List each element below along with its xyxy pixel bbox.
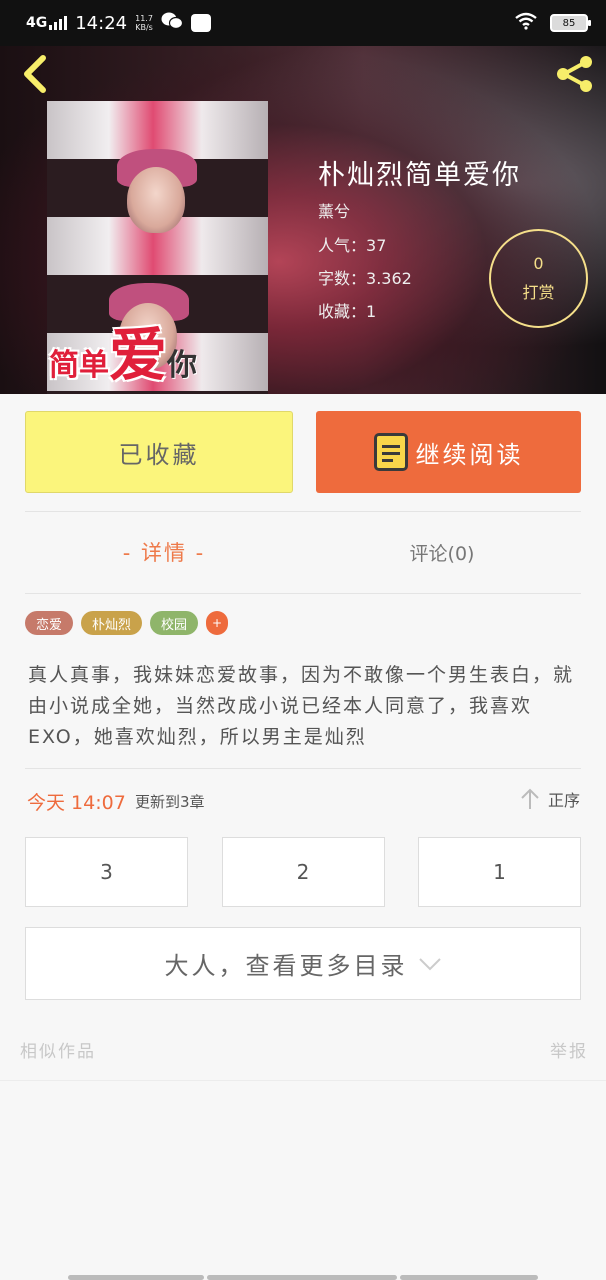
popularity-value: 37 <box>366 236 387 255</box>
similar-works-heading: 相似作品 <box>20 1042 96 1062</box>
popularity-label: 人气： <box>318 236 367 255</box>
cover-text-2: 爱 <box>109 321 168 389</box>
divider <box>25 593 581 594</box>
nav-gesture-bar[interactable] <box>207 1275 397 1280</box>
signal-icon <box>49 16 68 30</box>
nav-gesture-bar[interactable] <box>68 1275 204 1280</box>
sort-order-button[interactable]: 正序 <box>520 787 580 811</box>
battery-indicator: 85 <box>550 14 591 32</box>
nav-gesture-bar[interactable] <box>400 1275 538 1280</box>
tag-campus[interactable]: 校园 <box>150 611 199 635</box>
continue-reading-label: 继续阅读 <box>415 440 524 469</box>
divider <box>25 768 581 769</box>
share-button[interactable] <box>550 52 598 96</box>
book-header: 简单爱你 朴灿烈简单爱你 薰兮 人气：37 字数：3.362 收藏：1 0 打赏 <box>0 46 606 394</box>
tab-detail[interactable]: - 详情 - <box>25 527 303 577</box>
book-author[interactable]: 薰兮 <box>318 198 350 222</box>
cover-title-art: 简单爱你 <box>49 308 197 392</box>
favorited-button[interactable]: 已收藏 <box>25 411 293 493</box>
status-bar: 4G 14:24 11.7 KB/s 85 <box>0 0 606 46</box>
speed-unit: KB/s <box>135 23 153 32</box>
status-time: 14:24 <box>75 12 128 34</box>
cover-text-1: 简单 <box>49 348 109 383</box>
wechat-icon <box>161 11 184 36</box>
back-button[interactable] <box>14 52 54 96</box>
chevron-down-icon <box>418 957 441 970</box>
favorites-value: 1 <box>366 302 377 321</box>
tag-list: 恋爱 朴灿烈 校园 + <box>25 611 229 635</box>
book-word-count: 字数：3.362 <box>318 265 412 289</box>
share-icon <box>557 56 592 92</box>
chapter-item[interactable]: 2 <box>221 837 385 907</box>
arrow-up-icon <box>521 788 539 809</box>
more-contents-label: 大人，查看更多目录 <box>164 952 408 980</box>
network-type: 4G <box>26 15 48 31</box>
reward-label: 打赏 <box>522 283 555 302</box>
words-label: 字数： <box>318 269 367 288</box>
wifi-icon <box>514 12 538 35</box>
update-time: 今天 14:07 <box>27 792 126 814</box>
favorites-label: 收藏： <box>318 302 367 321</box>
cover-text-3: 你 <box>167 348 198 383</box>
chapter-item[interactable]: 1 <box>418 837 581 907</box>
book-favorites: 收藏：1 <box>318 298 376 322</box>
book-title: 朴灿烈简单爱你 <box>318 160 521 191</box>
network-speed: 11.7 KB/s <box>135 14 153 32</box>
tag-chanyeol[interactable]: 朴灿烈 <box>81 611 143 635</box>
divider <box>0 1080 606 1081</box>
continue-reading-button[interactable]: 继续阅读 <box>316 411 581 493</box>
speed-value: 11.7 <box>135 14 153 23</box>
words-value: 3.362 <box>366 269 412 288</box>
book-description: 真人真事，我妹妹恋爱故事，因为不敢像一个男生表白，就由小说成全她，当然改成小说已… <box>28 664 575 748</box>
app-notification-icon <box>190 14 211 32</box>
reward-count: 0 <box>533 254 544 273</box>
book-popularity: 人气：37 <box>318 232 386 256</box>
divider <box>25 511 581 512</box>
tag-romance[interactable]: 恋爱 <box>25 611 74 635</box>
back-arrow-icon <box>24 55 46 93</box>
sort-order-label: 正序 <box>547 791 580 810</box>
book-icon <box>373 433 408 471</box>
chapter-item[interactable]: 3 <box>25 837 188 907</box>
update-text: 更新到3章 <box>135 793 205 811</box>
book-cover[interactable]: 简单爱你 <box>47 101 268 394</box>
more-contents-button[interactable]: 大人，查看更多目录 <box>25 927 581 1000</box>
reward-button[interactable]: 0 打赏 <box>489 229 588 328</box>
report-button[interactable]: 举报 <box>550 1037 588 1062</box>
tab-comments[interactable]: 评论(0) <box>303 527 581 577</box>
add-tag-button[interactable]: + <box>206 611 229 635</box>
chapter-list: 3 2 1 <box>25 837 581 907</box>
